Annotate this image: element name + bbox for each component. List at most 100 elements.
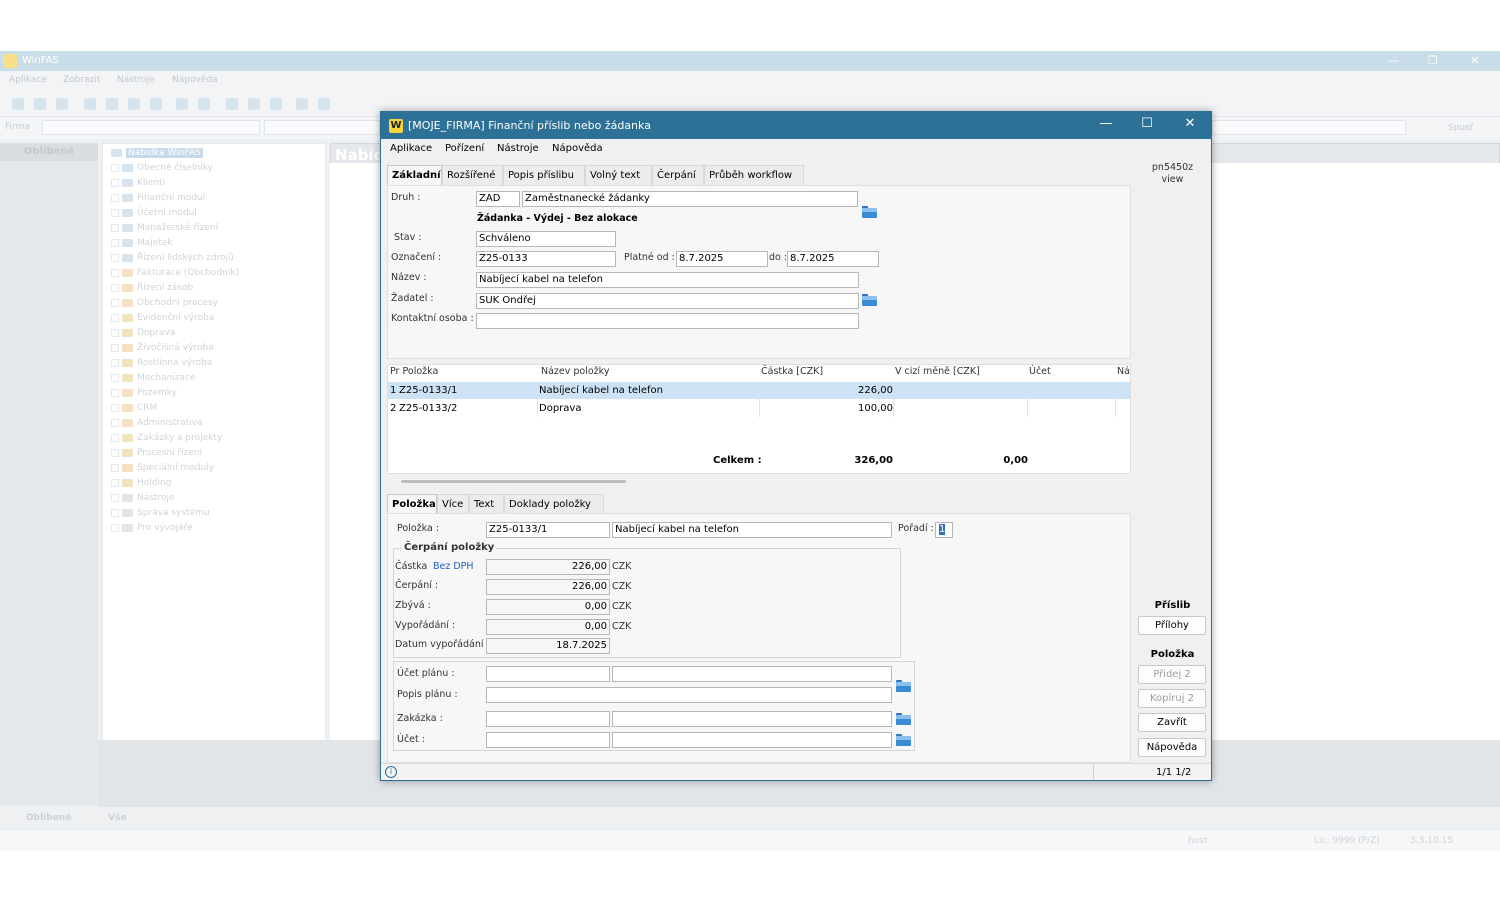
tab-popis-prislibu[interactable]: Popis příslibu [503, 165, 585, 185]
menu-napoveda[interactable]: Nápověda [552, 143, 603, 154]
zakazka-code-field[interactable] [486, 711, 610, 727]
refresh-icon[interactable] [128, 98, 140, 110]
tree-item[interactable]: Administrativa [111, 418, 203, 432]
col-na[interactable]: Ná [1117, 366, 1130, 377]
firma-input[interactable] [42, 120, 260, 135]
expand-icon[interactable] [111, 193, 119, 202]
tree-item[interactable]: Pozemky [111, 388, 177, 402]
tree-item[interactable]: Zakázky a projekty [111, 433, 222, 447]
tree-item[interactable]: Mechanizace [111, 373, 195, 387]
tree-item[interactable]: Evidenční výroba [111, 313, 214, 327]
kopiruj-button[interactable]: Kopíruj 2 [1138, 689, 1206, 708]
col-pr-polozka[interactable]: Pr Položka [390, 366, 438, 377]
poradi-field[interactable]: 1 [935, 522, 953, 538]
ucet-code-field[interactable] [486, 732, 610, 748]
search-input[interactable] [1212, 120, 1406, 135]
info-icon[interactable]: i [385, 766, 397, 778]
ucet-name-field[interactable] [612, 732, 892, 748]
napoveda-button[interactable]: Nápověda [1138, 738, 1206, 757]
ucet-planu-code-field[interactable] [486, 666, 610, 682]
zadatel-field[interactable]: SUK Ondřej [476, 293, 859, 309]
minimize-icon[interactable]: — [1091, 116, 1121, 134]
col-v-cizi-mene[interactable]: V cizí měně [CZK] [895, 366, 980, 377]
stav-field[interactable]: Schváleno [476, 231, 616, 247]
tab-text[interactable]: Text [469, 494, 504, 514]
tab-rozsirene[interactable]: Rozšířené [442, 165, 503, 185]
toolbar-icon[interactable] [248, 98, 260, 110]
menu-aplikace[interactable]: Aplikace [390, 143, 432, 154]
tab-vse[interactable]: Vše [108, 813, 126, 823]
restore-icon[interactable]: ❐ [1428, 54, 1438, 67]
platne-od-field[interactable]: 8.7.2025 [676, 251, 768, 267]
menu-aplikace[interactable]: Aplikace [9, 75, 47, 85]
polozka-name-field[interactable]: Nabíjecí kabel na telefon [612, 522, 892, 538]
tab-prubeh-workflow[interactable]: Průběh workflow [704, 165, 804, 185]
druh-name-field[interactable]: Zaměstnanecké žádanky [522, 191, 858, 207]
tree-item[interactable]: Účetní modul [111, 208, 197, 222]
zadatel-browse-icon[interactable] [862, 294, 877, 306]
firma-name-input[interactable] [264, 120, 380, 135]
tree-item[interactable]: Fakturace (Obchodník) [111, 268, 239, 282]
ucet-planu-browse-icon[interactable] [896, 680, 911, 692]
expand-icon[interactable] [111, 433, 119, 442]
toolbar-icon[interactable] [56, 98, 68, 110]
col-nazev-polozky[interactable]: Název položky [541, 366, 609, 377]
expand-icon[interactable] [111, 208, 119, 217]
tree-item[interactable]: Nástroje [111, 493, 175, 507]
expand-icon[interactable] [111, 253, 119, 262]
expand-icon[interactable] [111, 298, 119, 307]
tree-item[interactable]: Procesní řízení [111, 448, 202, 462]
expand-icon[interactable] [111, 508, 119, 517]
prilohy-button[interactable]: Přílohy [1138, 616, 1206, 635]
tree-item[interactable]: Finanční modul [111, 193, 205, 207]
tab-polozka[interactable]: Položka [387, 494, 437, 514]
zbyva-field[interactable]: 0,00 [486, 599, 610, 615]
tree-item[interactable]: Doprava [111, 328, 175, 342]
maximize-icon[interactable]: ☐ [1132, 116, 1162, 134]
toolbar-icon[interactable] [296, 98, 308, 110]
tree-item[interactable]: Živočišná výroba [111, 343, 214, 357]
tree-item[interactable]: Klienti [111, 178, 165, 192]
polozka-code-field[interactable]: Z25-0133/1 [486, 522, 610, 538]
help-icon[interactable] [318, 98, 330, 110]
toolbar-icon[interactable] [226, 98, 238, 110]
expand-icon[interactable] [111, 388, 119, 397]
back-icon[interactable] [84, 98, 96, 110]
tree-item[interactable]: Majetek [111, 238, 173, 252]
spust-button[interactable]: Spusť [1448, 123, 1473, 133]
tree-item[interactable]: Řízení lidských zdrojů [111, 253, 234, 267]
tab-volny-text[interactable]: Volný text [585, 165, 652, 185]
zakazka-name-field[interactable] [612, 711, 892, 727]
ucet-planu-name-field[interactable] [612, 666, 892, 682]
tree-item[interactable]: Holding [111, 478, 171, 492]
druh-browse-icon[interactable] [862, 206, 877, 218]
expand-icon[interactable] [111, 343, 119, 352]
col-ucet[interactable]: Účet [1029, 366, 1051, 377]
minimize-icon[interactable]: — [1388, 54, 1399, 67]
pridej-button[interactable]: Přidej 2 [1138, 665, 1206, 684]
bez-dph-link[interactable]: Bez DPH [433, 561, 474, 572]
nazev-field[interactable]: Nabíjecí kabel na telefon [476, 272, 859, 288]
expand-icon[interactable] [111, 223, 119, 232]
expand-icon[interactable] [111, 268, 119, 277]
vyporadani-field[interactable]: 0,00 [486, 619, 610, 635]
tree-item[interactable]: Rostlinná výroba [111, 358, 212, 372]
forward-icon[interactable] [106, 98, 118, 110]
expand-icon[interactable] [111, 478, 119, 487]
do-field[interactable]: 8.7.2025 [787, 251, 879, 267]
popis-planu-field[interactable] [486, 687, 892, 703]
menu-porizeni[interactable]: Pořízení [445, 143, 484, 154]
tree-item[interactable]: Obecné číselníky [111, 163, 213, 177]
menu-nastroje[interactable]: Nástroje [497, 143, 539, 154]
zavrit-button[interactable]: Zavřít [1138, 713, 1206, 732]
toolbar-icon[interactable] [198, 98, 210, 110]
tree-item[interactable]: Řízení zásob [111, 283, 193, 297]
expand-icon[interactable] [111, 163, 119, 172]
expand-icon[interactable] [111, 448, 119, 457]
tree-item[interactable]: Manažerské řízení [111, 223, 218, 237]
datum-vyporadani-field[interactable]: 18.7.2025 [486, 638, 610, 654]
tab-zakladni[interactable]: Základní [387, 165, 442, 185]
expand-icon[interactable] [111, 178, 119, 187]
expand-icon[interactable] [111, 358, 119, 367]
expand-icon[interactable] [111, 283, 119, 292]
